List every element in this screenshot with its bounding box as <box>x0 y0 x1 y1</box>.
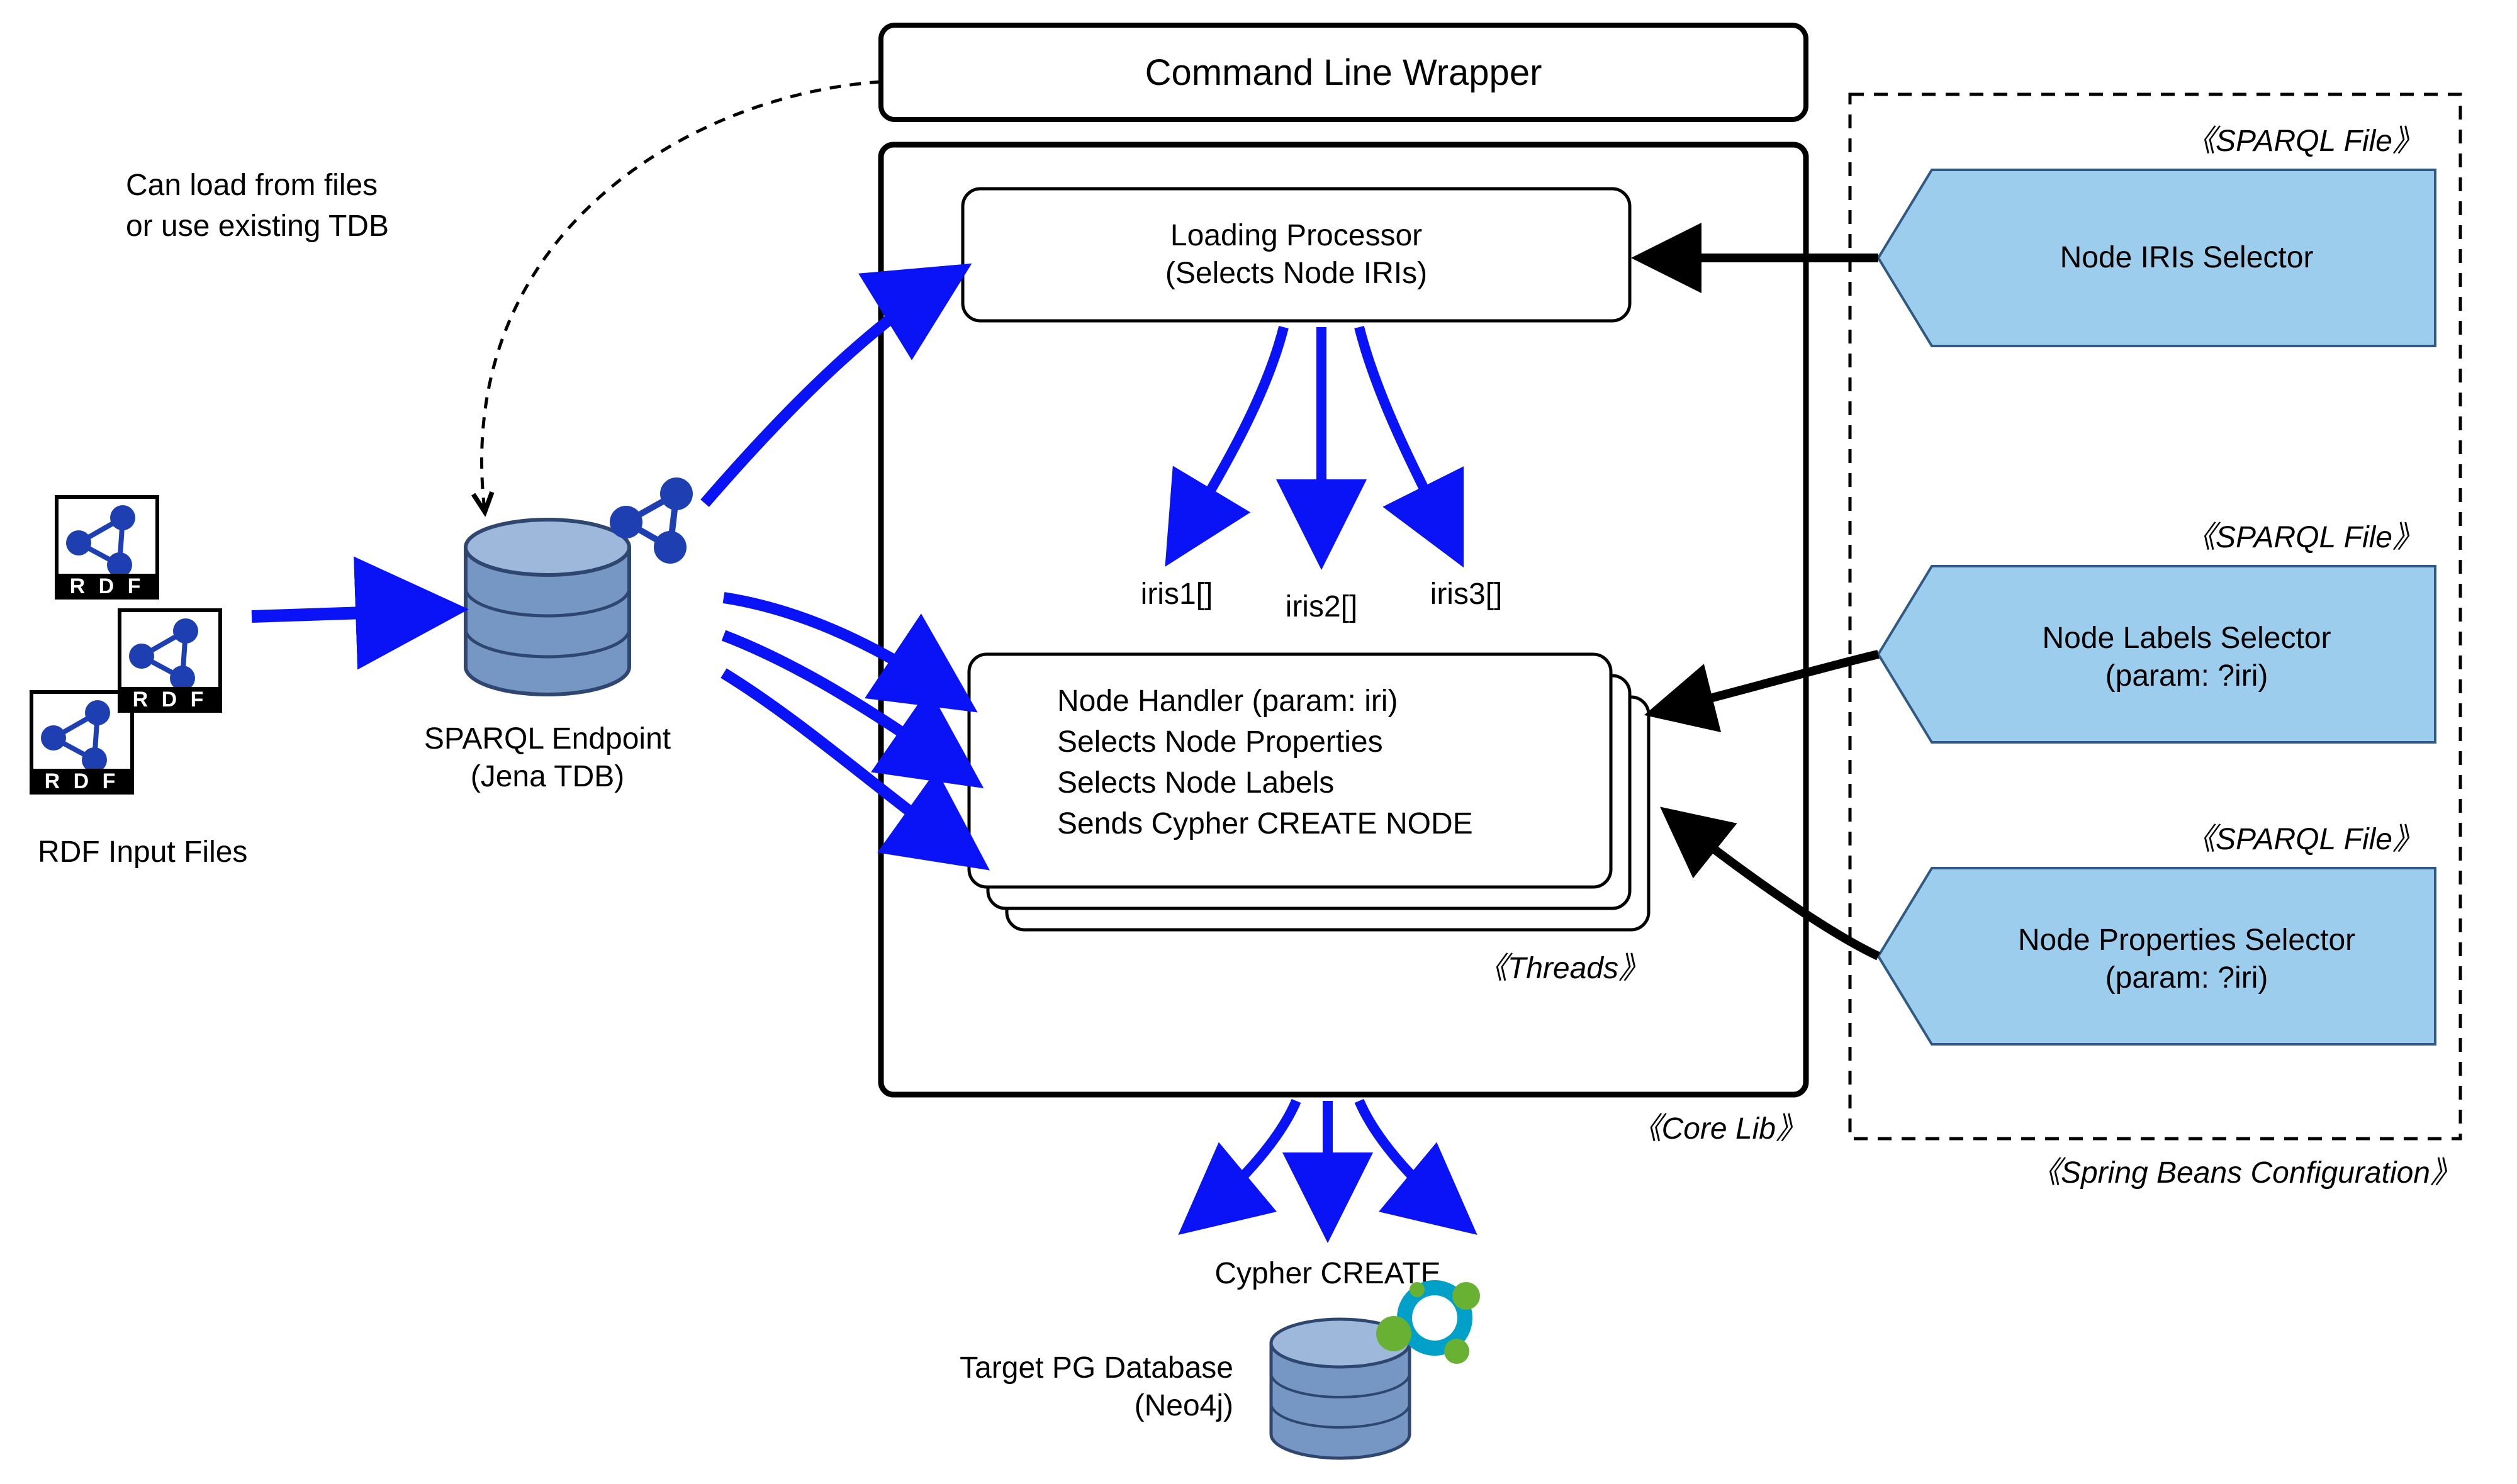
command-line-wrapper-label: Command Line Wrapper <box>1145 52 1542 93</box>
cypher-arrows <box>1196 1101 1460 1220</box>
sparql-endpoint-label-l2: (Jena TDB) <box>471 760 625 793</box>
sparql-file-1-label: Node IRIs Selector <box>2060 241 2314 274</box>
target-db-label-l2: (Neo4j) <box>1135 1389 1233 1422</box>
sparql-file-2-label-l1: Node Labels Selector <box>2043 622 2331 655</box>
iris2-label: iris2[] <box>1286 590 1358 623</box>
sparql-endpoint: SPARQL Endpoint (Jena TDB) <box>424 477 693 793</box>
spring-beans-stereotype: 《Spring Beans Configuration》 <box>2031 1156 2460 1190</box>
sparql-file-1-stereo: 《SPARQL File》 <box>2185 125 2423 158</box>
sparql-file-3-stereo: 《SPARQL File》 <box>2185 823 2423 856</box>
loading-processor-line2: (Selects Node IRIs) <box>1165 257 1427 290</box>
rdf-badge-3: R D F <box>45 769 120 793</box>
rdf-file-icon-1: R D F <box>57 497 157 598</box>
sparql-file-2-label-l2: (param: ?iri) <box>2105 659 2268 693</box>
cypher-label: Cypher CREATE <box>1214 1257 1440 1290</box>
rdf-input-files: R D F R D F <box>31 497 247 869</box>
target-db: Target PG Database (Neo4j) <box>960 1280 1480 1458</box>
sparql-file-3-label-l2: (param: ?iri) <box>2105 961 2268 995</box>
sparql-endpoint-db-icon <box>466 520 629 695</box>
rdf-file-icon-2: R D F <box>120 610 220 711</box>
sparql-file-2-stereo: 《SPARQL File》 <box>2185 521 2423 554</box>
rdf-file-icon-3: R D F <box>31 692 132 793</box>
loading-processor: Loading Processor (Selects Node IRIs) <box>963 189 1630 321</box>
diagram-canvas: Command Line Wrapper 《Core Lib》 Loading … <box>0 0 2517 1484</box>
rdf-input-files-label: RDF Input Files <box>38 835 247 869</box>
node-handler-line3: Selects Node Labels <box>1057 766 1334 800</box>
command-line-wrapper: Command Line Wrapper <box>881 25 1806 120</box>
node-handler-line4: Sends Cypher CREATE NODE <box>1057 807 1473 840</box>
load-note-l2: or use existing TDB <box>126 209 389 243</box>
sparql-endpoint-label-l1: SPARQL Endpoint <box>424 722 671 756</box>
rdf-badge-2: R D F <box>133 688 208 711</box>
sparql-file-3-label-l1: Node Properties Selector <box>2018 923 2355 957</box>
sparql-file-3: 《SPARQL File》 Node Properties Selector (… <box>1878 823 2435 1044</box>
iris1-label: iris1[] <box>1141 577 1213 611</box>
rdf-to-endpoint-arrow <box>252 610 440 616</box>
rdf-badge-1: R D F <box>70 574 145 598</box>
node-handler-line1: Node Handler (param: iri) <box>1057 684 1398 718</box>
iris3-label: iris3[] <box>1430 577 1503 611</box>
node-handler-line2: Selects Node Properties <box>1057 725 1383 759</box>
sparql-file-2: 《SPARQL File》 Node Labels Selector (para… <box>1878 521 2435 742</box>
load-note-l1: Can load from files <box>126 169 378 202</box>
loading-processor-line1: Loading Processor <box>1170 219 1422 252</box>
core-lib-stereotype: 《Core Lib》 <box>1632 1112 1806 1146</box>
threads-stereotype: 《Threads》 <box>1477 952 1649 985</box>
load-note: Can load from files or use existing TDB <box>126 82 881 510</box>
target-db-label-l1: Target PG Database <box>960 1351 1233 1385</box>
sparql-file-1: 《SPARQL File》 Node IRIs Selector <box>1878 125 2435 346</box>
